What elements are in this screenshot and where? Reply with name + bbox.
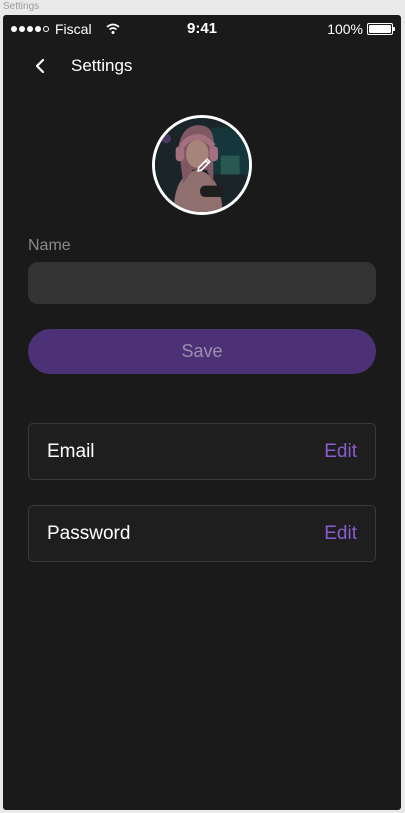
avatar[interactable]	[152, 115, 252, 215]
phone-screen: Fiscal 9:41 100% Settings Name Save Emai…	[3, 15, 401, 810]
page-title: Settings	[71, 56, 133, 75]
password-label: Password	[47, 523, 131, 544]
edit-email-button[interactable]: Edit	[324, 441, 357, 463]
edit-password-button[interactable]: Edit	[324, 523, 357, 545]
chevron-left-icon	[35, 58, 45, 74]
battery-icon	[367, 23, 395, 35]
password-row: Password Edit	[28, 505, 376, 562]
name-input[interactable]	[28, 262, 376, 304]
header: Settings	[3, 51, 401, 81]
back-button[interactable]	[29, 55, 51, 77]
battery-percent: 100%	[327, 21, 363, 37]
email-label: Email	[47, 441, 95, 462]
name-label: Name	[28, 237, 71, 254]
email-row: Email Edit	[28, 423, 376, 480]
pencil-icon	[197, 158, 211, 172]
frame-label: Settings	[3, 1, 40, 12]
status-right: 100%	[327, 21, 395, 37]
status-bar: Fiscal 9:41 100%	[3, 15, 401, 43]
save-button[interactable]: Save	[28, 329, 376, 374]
